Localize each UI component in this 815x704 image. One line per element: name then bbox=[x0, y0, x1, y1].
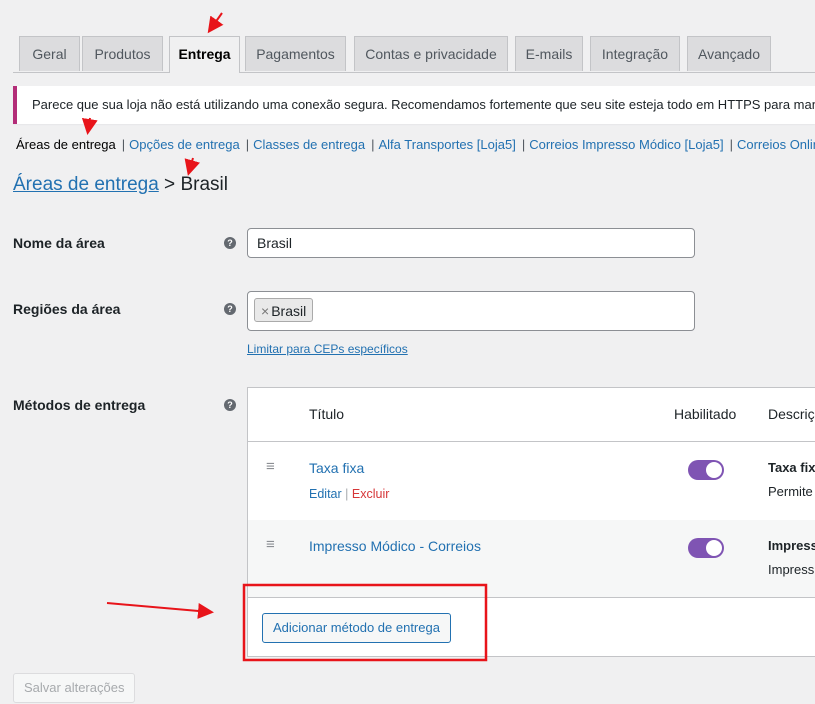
subnav-classes-entrega[interactable]: Classes de entrega bbox=[253, 137, 365, 152]
region-chip-label: Brasil bbox=[271, 303, 307, 319]
zone-name-input[interactable]: Brasil bbox=[247, 228, 695, 258]
subnav-areas-entrega[interactable]: Áreas de entrega bbox=[16, 137, 116, 152]
zone-regions-select[interactable]: × Brasil bbox=[247, 291, 695, 331]
breadcrumb-current: Brasil bbox=[180, 174, 228, 195]
https-notice: Parece que sua loja não está utilizando … bbox=[13, 86, 815, 124]
subnav-correios-online[interactable]: Correios Online e bbox=[737, 137, 815, 152]
region-chip-remove-icon[interactable]: × bbox=[261, 303, 269, 319]
limit-postcodes-link[interactable]: Limitar para CEPs específicos bbox=[247, 342, 408, 356]
tab-entrega[interactable]: Entrega bbox=[169, 36, 240, 73]
table-row: ≡ Taxa fixa Editar | Excluir Taxa fix Pe… bbox=[248, 442, 815, 520]
col-enabled-header: Habilitado bbox=[674, 406, 737, 422]
table-row: ≡ Impresso Módico - Correios Impress Imp… bbox=[248, 520, 815, 598]
tab-avancado[interactable]: Avançado bbox=[687, 36, 771, 71]
col-description-header: Descriç bbox=[768, 406, 815, 422]
shipping-subnav: Áreas de entrega | Opções de entrega | Class… bbox=[16, 137, 815, 152]
add-shipping-method-button[interactable]: Adicionar método de entrega bbox=[262, 613, 451, 643]
method-desc-text: Permite bbox=[768, 484, 813, 499]
method-enabled-toggle[interactable] bbox=[688, 460, 724, 480]
breadcrumb-parent-link[interactable]: Áreas de entrega bbox=[13, 174, 159, 195]
method-row-actions: Editar | Excluir bbox=[309, 487, 389, 501]
method-title-link[interactable]: Taxa fixa bbox=[309, 460, 364, 476]
subnav-correios-impresso[interactable]: Correios Impresso Módico [Loja5] bbox=[529, 137, 723, 152]
subnav-alfa-transportes[interactable]: Alfa Transportes [Loja5] bbox=[379, 137, 516, 152]
tab-pagamentos[interactable]: Pagamentos bbox=[245, 36, 346, 71]
col-title-header: Título bbox=[309, 406, 345, 422]
zone-regions-help-icon[interactable]: ? bbox=[224, 303, 236, 315]
subnav-opcoes-entrega[interactable]: Opções de entrega bbox=[129, 137, 240, 152]
settings-tabs: Geral Produtos Entrega Pagamentos Contas… bbox=[13, 36, 815, 73]
tab-geral[interactable]: Geral bbox=[19, 36, 80, 71]
zone-regions-label: Regiões da área bbox=[13, 301, 121, 317]
table-header: Título Habilitado Descriç bbox=[248, 388, 815, 442]
method-title-link[interactable]: Impresso Módico - Correios bbox=[309, 538, 481, 554]
tab-produtos[interactable]: Produtos bbox=[82, 36, 163, 71]
zone-name-help-icon[interactable]: ? bbox=[224, 237, 236, 249]
method-desc-text: Impress bbox=[768, 562, 815, 577]
row-action-separator: | bbox=[345, 487, 349, 501]
edit-method-link[interactable]: Editar bbox=[309, 487, 342, 501]
breadcrumb-separator: > bbox=[164, 174, 176, 195]
shipping-methods-label: Métodos de entrega bbox=[13, 397, 146, 413]
shipping-methods-table: Título Habilitado Descriç ≡ Taxa fixa Ed… bbox=[247, 387, 815, 657]
shipping-methods-help-icon[interactable]: ? bbox=[224, 399, 236, 411]
annotation-arrow bbox=[184, 157, 200, 176]
region-chip: × Brasil bbox=[254, 298, 314, 322]
breadcrumb: Áreas de entrega > Brasil bbox=[13, 174, 228, 196]
save-changes-button[interactable]: Salvar alterações bbox=[13, 673, 136, 703]
annotation-arrow bbox=[106, 602, 214, 619]
method-desc-title: Taxa fix bbox=[768, 460, 815, 475]
zone-name-label: Nome da área bbox=[13, 235, 105, 251]
method-desc-title: Impress bbox=[768, 538, 815, 553]
tab-integracao[interactable]: Integração bbox=[590, 36, 680, 71]
tab-emails[interactable]: E-mails bbox=[515, 36, 583, 71]
delete-method-link[interactable]: Excluir bbox=[352, 487, 390, 501]
tab-contas-privacidade[interactable]: Contas e privacidade bbox=[354, 36, 508, 71]
drag-handle-icon[interactable]: ≡ bbox=[266, 458, 275, 475]
method-enabled-toggle[interactable] bbox=[688, 538, 724, 558]
annotation-arrow bbox=[207, 12, 224, 34]
drag-handle-icon[interactable]: ≡ bbox=[266, 536, 275, 553]
